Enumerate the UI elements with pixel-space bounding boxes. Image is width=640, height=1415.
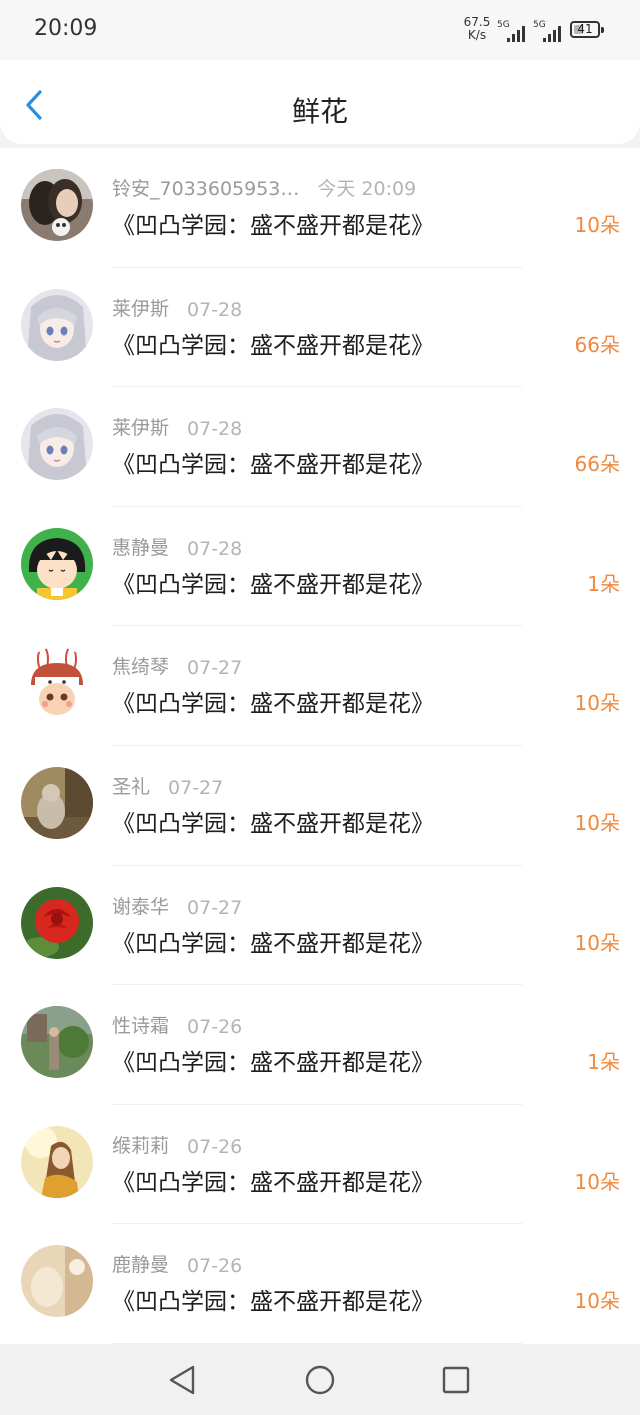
book-title: 《凹凸学园：盛不盛开都是花》 <box>112 930 434 957</box>
sender-name: 圣礼 <box>112 775 151 798</box>
book-title: 《凹凸学园：盛不盛开都是花》 <box>112 332 434 359</box>
book-title: 《凹凸学园：盛不盛开都是花》 <box>112 452 434 479</box>
avatar[interactable] <box>21 527 93 600</box>
gift-date: 07-26 <box>187 1135 243 1158</box>
gift-date: 07-28 <box>187 298 243 321</box>
triangle-back-icon <box>169 1365 195 1395</box>
flower-gift-list: 铃安_7033605953… 今天 20:09 《凹凸学园：盛不盛开都是花》 10… <box>0 148 640 1344</box>
book-title: 《凹凸学园：盛不盛开都是花》 <box>112 213 434 239</box>
sender-meta: 莱伊斯 07-28 <box>112 413 242 440</box>
avatar[interactable] <box>21 288 93 361</box>
list-item[interactable]: 焦绮琴 07-27 《凹凸学园：盛不盛开都是花》 10朵 <box>0 626 640 746</box>
avatar[interactable] <box>21 1245 93 1318</box>
sender-meta: 谢泰华 07-27 <box>112 892 242 919</box>
sender-name: 铃安_7033605953… <box>112 178 300 200</box>
gift-date: 07-26 <box>187 1255 243 1278</box>
sender-meta: 性诗霜 07-26 <box>112 1011 242 1038</box>
avatar[interactable] <box>21 1006 93 1079</box>
list-item[interactable]: 鹿静曼 07-26 《凹凸学园：盛不盛开都是花》 10朵 <box>0 1224 640 1344</box>
list-item[interactable]: 惠静曼 07-28 《凹凸学园：盛不盛开都是花》 1朵 <box>0 507 640 627</box>
flower-count: 66朵 <box>574 452 620 477</box>
nav-back-button[interactable] <box>163 1360 203 1400</box>
gift-date: 07-26 <box>187 1016 243 1039</box>
sender-meta: 鹿静曼 07-26 <box>112 1250 242 1277</box>
book-title: 《凹凸学园：盛不盛开都是花》 <box>112 691 434 718</box>
page-title: 鲜花 <box>291 95 348 128</box>
book-title: 《凹凸学园：盛不盛开都是花》 <box>112 1050 434 1077</box>
status-time: 20:09 <box>34 16 98 41</box>
sender-meta: 莱伊斯 07-28 <box>112 294 242 321</box>
circle-home-icon <box>305 1365 335 1395</box>
flower-count: 1朵 <box>587 1050 620 1075</box>
flower-count: 10朵 <box>574 1169 620 1194</box>
sender-name: 鹿静曼 <box>112 1254 170 1277</box>
book-title: 《凹凸学园：盛不盛开都是花》 <box>112 1289 434 1316</box>
network-speed: 67.5 K/s <box>462 16 492 42</box>
flower-count: 66朵 <box>574 332 620 357</box>
gift-date: 07-27 <box>168 776 224 799</box>
sender-name: 惠静曼 <box>112 536 170 559</box>
square-recents-icon <box>442 1366 470 1394</box>
avatar[interactable] <box>21 647 93 720</box>
list-item[interactable]: 圣礼 07-27 《凹凸学园：盛不盛开都是花》 10朵 <box>0 746 640 866</box>
sender-meta: 圣礼 07-27 <box>112 772 223 799</box>
system-nav-bar <box>0 1344 640 1415</box>
list-item[interactable]: 性诗霜 07-26 《凹凸学园：盛不盛开都是花》 1朵 <box>0 985 640 1105</box>
sender-meta: 焦绮琴 07-27 <box>112 652 242 679</box>
avatar[interactable] <box>21 766 93 839</box>
sender-name: 谢泰华 <box>112 895 170 918</box>
gift-date: 07-28 <box>187 537 243 560</box>
sender-name: 莱伊斯 <box>112 417 170 440</box>
sender-name: 焦绮琴 <box>112 656 170 679</box>
gift-date: 今天 20:09 <box>317 178 417 200</box>
flower-count: 10朵 <box>574 213 620 237</box>
avatar[interactable] <box>21 886 93 959</box>
battery-percent: 41 <box>577 22 593 36</box>
sender-meta: 铃安_7033605953… 今天 20:09 <box>112 174 416 201</box>
sender-name: 缑莉莉 <box>112 1134 170 1157</box>
avatar[interactable] <box>21 408 93 481</box>
sender-meta: 惠静曼 07-28 <box>112 533 242 560</box>
network-speed-unit: K/s <box>467 28 487 42</box>
nav-home-button[interactable] <box>300 1360 340 1400</box>
list-item[interactable]: 谢泰华 07-27 《凹凸学园：盛不盛开都是花》 10朵 <box>0 866 640 986</box>
gift-date: 07-27 <box>187 657 243 680</box>
list-item[interactable]: 缑莉莉 07-26 《凹凸学园：盛不盛开都是花》 10朵 <box>0 1105 640 1225</box>
flower-count: 10朵 <box>574 810 620 835</box>
app-header: 鲜花 <box>0 60 640 144</box>
gift-date: 07-28 <box>187 418 243 441</box>
list-item[interactable]: 铃安_7033605953… 今天 20:09 《凹凸学园：盛不盛开都是花》 10… <box>0 148 640 268</box>
list-item[interactable]: 莱伊斯 07-28 《凹凸学园：盛不盛开都是花》 66朵 <box>0 387 640 507</box>
status-bar: 20:09 67.5 K/s 5G 5G 41 <box>0 0 640 60</box>
battery-icon: 41 <box>570 21 604 38</box>
avatar[interactable] <box>21 169 93 241</box>
book-title: 《凹凸学园：盛不盛开都是花》 <box>112 810 434 837</box>
sender-name: 莱伊斯 <box>112 297 170 320</box>
list-item[interactable]: 莱伊斯 07-28 《凹凸学园：盛不盛开都是花》 66朵 <box>0 268 640 388</box>
gift-date: 07-27 <box>187 896 243 919</box>
book-title: 《凹凸学园：盛不盛开都是花》 <box>112 571 434 598</box>
signal-icon: 5G <box>497 20 527 42</box>
flower-count: 1朵 <box>587 571 620 596</box>
sender-name: 性诗霜 <box>112 1015 170 1038</box>
signal-icon: 5G <box>533 20 563 42</box>
avatar[interactable] <box>21 1125 93 1198</box>
nav-recents-button[interactable] <box>436 1360 476 1400</box>
flower-count: 10朵 <box>574 691 620 716</box>
sender-meta: 缑莉莉 07-26 <box>112 1131 242 1158</box>
flower-count: 10朵 <box>574 930 620 955</box>
book-title: 《凹凸学园：盛不盛开都是花》 <box>112 1169 434 1196</box>
flower-count: 10朵 <box>574 1289 620 1314</box>
